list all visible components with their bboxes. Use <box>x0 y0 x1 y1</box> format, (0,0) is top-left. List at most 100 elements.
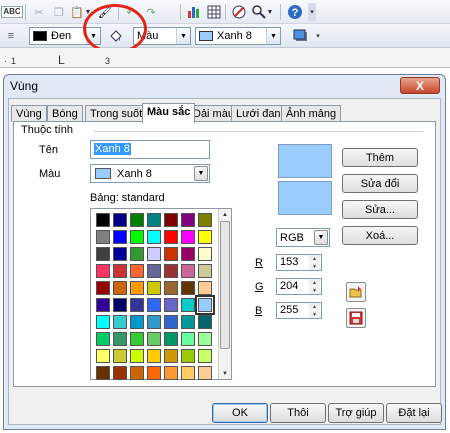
cancel-button[interactable]: Thôi <box>270 403 326 423</box>
color-cell[interactable] <box>96 281 110 295</box>
name-field[interactable]: Xanh 8 <box>90 140 210 159</box>
color-cell[interactable] <box>164 315 178 329</box>
redo-icon[interactable]: ↷ <box>142 3 160 21</box>
color-cell[interactable] <box>147 349 161 363</box>
table-icon[interactable] <box>205 3 223 21</box>
spin-up-icon[interactable]: ▲ <box>309 279 320 286</box>
color-cell[interactable] <box>96 332 110 346</box>
save-color-list-button[interactable] <box>346 308 366 328</box>
spin-up-icon[interactable]: ▲ <box>309 303 320 310</box>
color-cell[interactable] <box>96 349 110 363</box>
reset-button[interactable]: Đặt lại <box>386 403 442 423</box>
color-cell[interactable] <box>147 332 161 346</box>
color-cell[interactable] <box>181 332 195 346</box>
color-cell[interactable] <box>96 264 110 278</box>
color-cell[interactable] <box>164 332 178 346</box>
color-cell[interactable] <box>147 366 161 380</box>
color-cell[interactable] <box>198 213 212 227</box>
color-cell[interactable] <box>96 298 110 312</box>
color-cell[interactable] <box>164 298 178 312</box>
navigator-icon[interactable] <box>230 3 248 21</box>
area-color-select[interactable]: Xanh 8 ▼ <box>195 27 281 45</box>
abc-spellcheck-icon[interactable]: ABC <box>1 3 23 21</box>
color-cell[interactable] <box>113 247 127 261</box>
color-cell[interactable] <box>181 315 195 329</box>
color-cell[interactable] <box>96 247 110 261</box>
color-cell[interactable] <box>113 332 127 346</box>
color-cell[interactable] <box>164 281 178 295</box>
color-cell[interactable] <box>198 366 212 380</box>
color-cell[interactable] <box>96 230 110 244</box>
color-cell[interactable] <box>181 366 195 380</box>
color-cell[interactable] <box>198 315 212 329</box>
color-cell[interactable] <box>113 366 127 380</box>
spin-down-icon[interactable]: ▼ <box>309 287 320 294</box>
b-spinbox[interactable]: 255 ▲ ▼ <box>276 302 322 319</box>
chevron-down-icon[interactable]: ▼ <box>194 166 208 181</box>
color-cell[interactable] <box>130 349 144 363</box>
spin-up-icon[interactable]: ▲ <box>309 255 320 262</box>
color-cell[interactable] <box>147 298 161 312</box>
color-cell[interactable] <box>198 349 212 363</box>
color-cell[interactable] <box>113 264 127 278</box>
color-cell[interactable] <box>130 298 144 312</box>
color-cell[interactable] <box>181 247 195 261</box>
color-cell[interactable] <box>96 315 110 329</box>
color-cell[interactable] <box>130 264 144 278</box>
tab-colors[interactable]: Màu sắc <box>142 103 196 123</box>
help-icon[interactable]: ? <box>286 3 304 21</box>
color-cell[interactable] <box>195 295 215 315</box>
color-cell[interactable] <box>96 366 110 380</box>
ok-button[interactable]: OK <box>212 403 268 423</box>
scissors-icon[interactable]: ✂ <box>30 3 48 21</box>
color-cell[interactable] <box>130 247 144 261</box>
chevron-down-icon[interactable]: ▼ <box>176 28 190 44</box>
color-cell[interactable] <box>164 349 178 363</box>
add-button[interactable]: Thêm <box>342 148 418 167</box>
color-cell[interactable] <box>181 298 195 312</box>
color-cell[interactable] <box>198 247 212 261</box>
color-cell[interactable] <box>164 264 178 278</box>
color-cell[interactable] <box>113 298 127 312</box>
scroll-up-icon[interactable]: ▲ <box>219 209 231 220</box>
zoom-dropdown-arrow[interactable]: ▼ <box>266 3 274 21</box>
color-cell[interactable] <box>198 230 212 244</box>
spin-down-icon[interactable]: ▼ <box>309 311 320 318</box>
modify-button[interactable]: Sửa đổi <box>342 174 418 193</box>
color-cell[interactable] <box>181 264 195 278</box>
toolbar-overflow-arrow[interactable]: ▾ <box>314 27 322 45</box>
color-cell[interactable] <box>147 281 161 295</box>
color-model-select[interactable]: RGB ▼ <box>276 228 330 247</box>
scroll-down-icon[interactable]: ▼ <box>219 368 231 379</box>
color-cell[interactable] <box>164 366 178 380</box>
line-style-icon[interactable]: ≡ <box>2 27 20 45</box>
tab-transparency[interactable]: Trong suốt <box>85 105 148 122</box>
color-cell[interactable] <box>130 230 144 244</box>
spin-down-icon[interactable]: ▼ <box>309 263 320 270</box>
r-spinbox[interactable]: 153 ▲ ▼ <box>276 254 322 271</box>
tab-bitmaps[interactable]: Ảnh mảng <box>281 105 342 122</box>
color-cell[interactable] <box>147 315 161 329</box>
load-color-list-button[interactable] <box>346 282 366 302</box>
color-cell[interactable] <box>164 213 178 227</box>
palette-scrollbar[interactable]: ▲ ▼ <box>218 209 231 379</box>
color-cell[interactable] <box>130 366 144 380</box>
color-cell[interactable] <box>181 230 195 244</box>
tab-shadow[interactable]: Bóng <box>47 105 83 122</box>
scroll-thumb[interactable] <box>220 221 230 349</box>
color-cell[interactable] <box>181 213 195 227</box>
tab-area[interactable]: Vùng <box>11 105 47 122</box>
color-select[interactable]: Xanh 8 ▼ <box>90 164 210 183</box>
color-cell[interactable] <box>164 230 178 244</box>
color-cell[interactable] <box>147 264 161 278</box>
close-button[interactable]: X <box>400 77 440 94</box>
color-cell[interactable] <box>147 230 161 244</box>
toolbar-overflow-arrow[interactable]: ▾ <box>308 3 316 21</box>
color-cell[interactable] <box>130 332 144 346</box>
edit-button[interactable]: Sửa... <box>342 200 418 219</box>
g-spinbox[interactable]: 204 ▲ ▼ <box>276 278 322 295</box>
color-cell[interactable] <box>181 281 195 295</box>
color-cell[interactable] <box>198 281 212 295</box>
tab-hatching[interactable]: Lưới đan <box>231 105 286 122</box>
help-button[interactable]: Trợ giúp <box>328 403 384 423</box>
